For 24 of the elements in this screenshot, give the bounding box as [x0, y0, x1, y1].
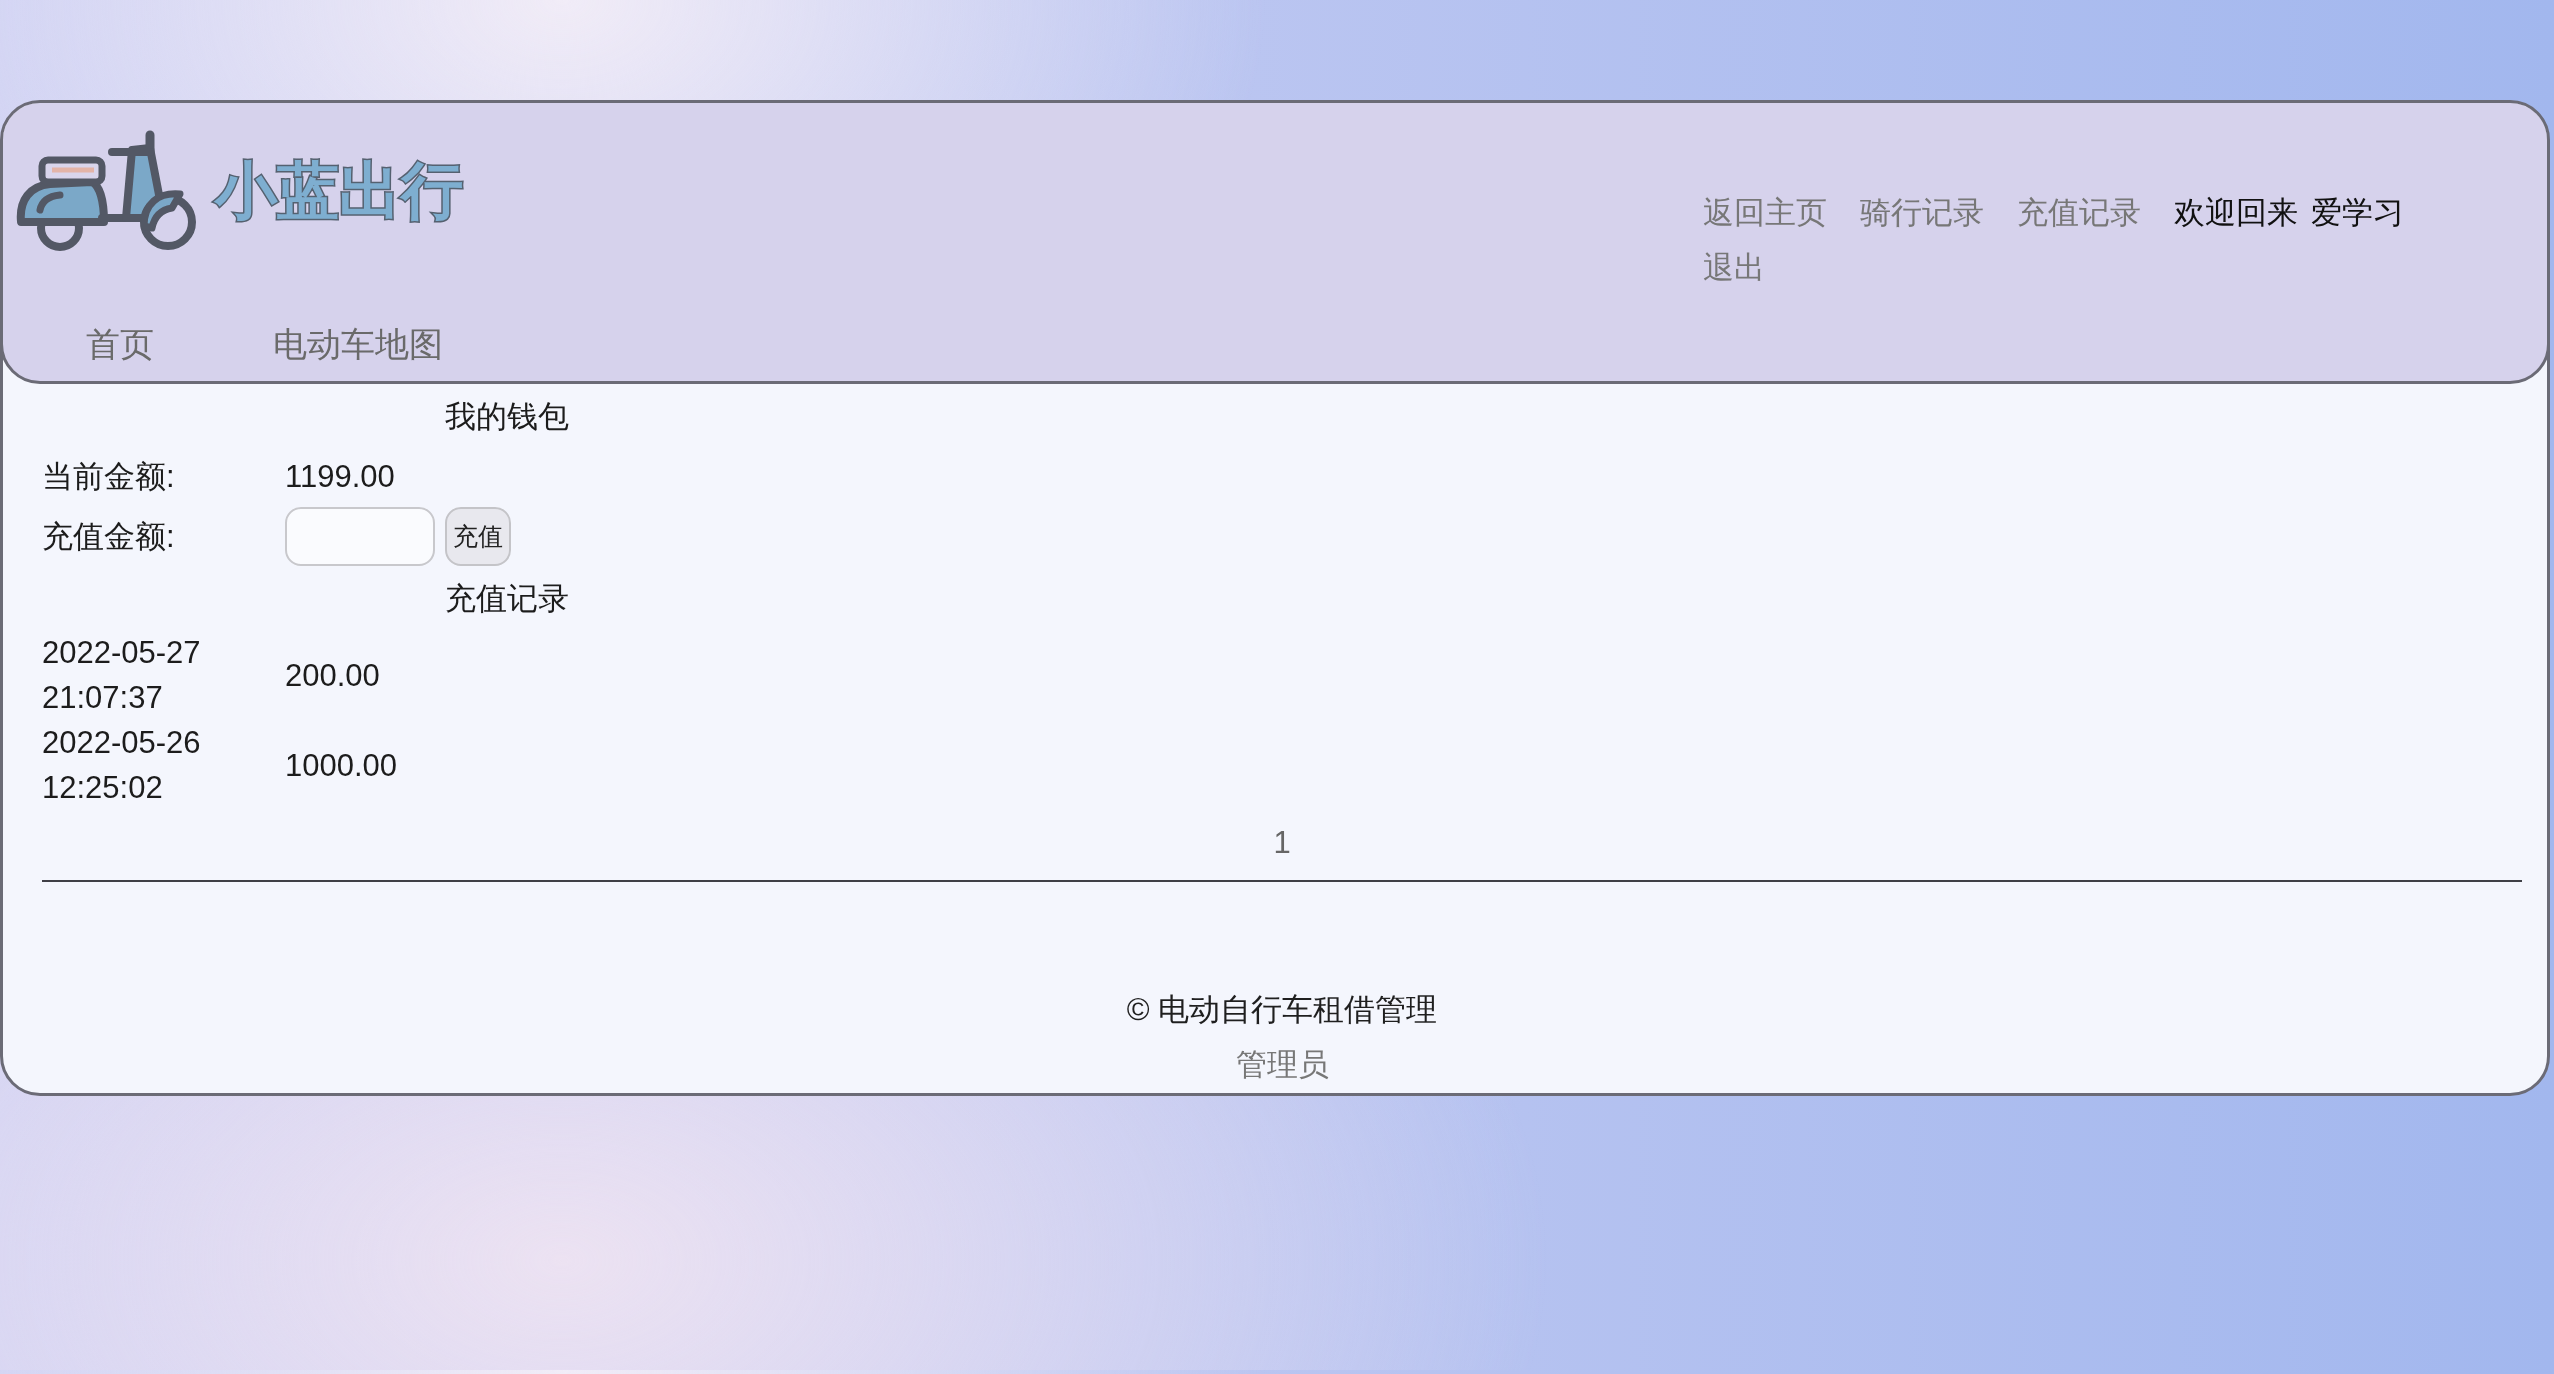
balance-value: 1199.00 [285, 457, 395, 496]
record-amount: 200.00 [285, 656, 380, 695]
admin-link[interactable]: 管理员 [1235, 1042, 1329, 1088]
recharge-amount-input[interactable] [285, 506, 435, 566]
balance-label: 当前金额: [42, 457, 175, 496]
header-link[interactable]: 骑行记录 [1860, 185, 1984, 240]
username-text: 爱学习 [2311, 194, 2404, 232]
record-time: 2022-05-27 21:07:37 [42, 634, 202, 717]
copyright-text: © 电动自行车租借管理 [1126, 991, 1438, 1029]
page-link[interactable]: 1 [1273, 819, 1291, 865]
logo-text: 小蓝出行 [215, 160, 463, 222]
recharge-label: 充值金额: [42, 517, 175, 556]
greeting-text: 欢迎回来 [2174, 194, 2298, 232]
header-link[interactable]: 充值记录 [2017, 185, 2141, 240]
record-amount: 1000.00 [285, 746, 398, 785]
section-title: 充值记录 [445, 579, 569, 618]
recharge-button[interactable]: 充值 [445, 506, 511, 566]
scooter-logo-icon [16, 130, 198, 252]
nav-link[interactable]: 电动车地图 [273, 324, 443, 364]
record-time: 2022-05-26 12:25:02 [42, 724, 202, 807]
section-title: 我的钱包 [445, 397, 569, 436]
header-link[interactable]: 退出 [1703, 240, 1765, 295]
header-link[interactable]: 返回主页 [1703, 185, 1827, 240]
nav-link[interactable]: 首页 [86, 324, 154, 364]
